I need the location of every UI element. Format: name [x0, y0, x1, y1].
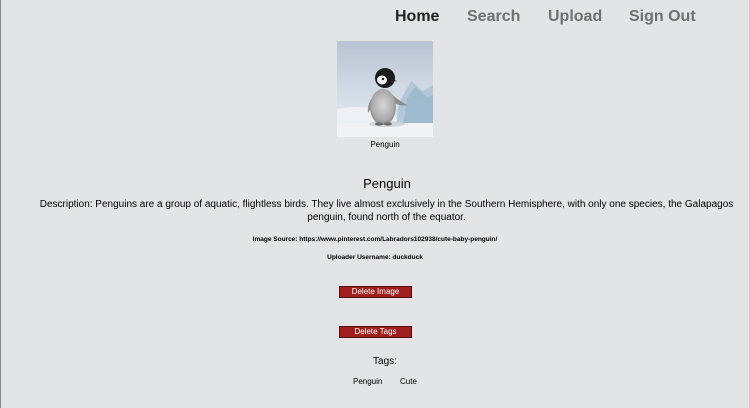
image-description: Description: Penguins are a group of aqu… [39, 199, 734, 223]
tags-heading: Tags: [373, 356, 397, 367]
nav-upload-link[interactable]: Upload [548, 7, 602, 27]
nav-home-link[interactable]: Home [395, 7, 439, 27]
nav-search-link[interactable]: Search [467, 7, 520, 27]
image-title: Penguin [363, 176, 411, 191]
delete-tags-button[interactable]: Delete Tags [339, 326, 412, 338]
image-caption: Penguin [370, 140, 400, 149]
penguin-illustration [337, 41, 433, 137]
uploader-username: Uploader Username: duckduck [327, 254, 423, 261]
top-nav: Home Search Upload Sign Out [0, 7, 750, 27]
tag-item[interactable]: Penguin [353, 377, 382, 387]
window-edge-left [0, 0, 1, 408]
tag-item[interactable]: Cute [400, 377, 417, 387]
nav-sign-out-link[interactable]: Sign Out [629, 7, 696, 27]
delete-image-button[interactable]: Delete Image [339, 286, 412, 298]
image-source: Image Source: https://www.pinterest.com/… [252, 236, 498, 243]
penguin-image [337, 41, 433, 137]
